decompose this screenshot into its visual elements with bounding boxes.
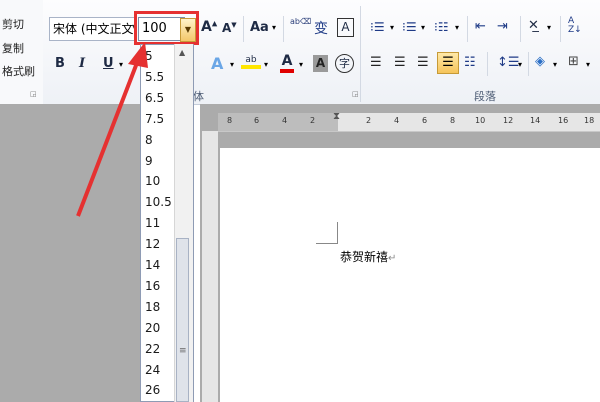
annotation-arrow (76, 42, 148, 217)
